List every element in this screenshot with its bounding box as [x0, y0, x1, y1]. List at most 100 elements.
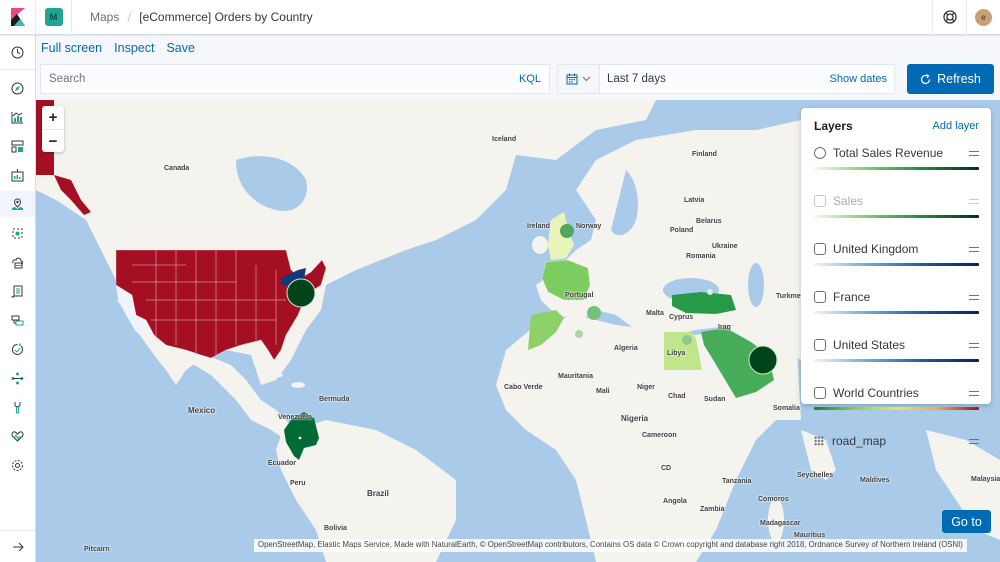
nav-graph[interactable] [0, 365, 35, 391]
nav-divider [0, 530, 35, 531]
hispaniola-island [291, 382, 305, 388]
nav-maps[interactable] [0, 191, 35, 217]
drag-handle-icon[interactable] [969, 246, 979, 252]
nav-divider [0, 69, 35, 70]
map-label: Iraq [718, 324, 731, 331]
kibana-logo-icon [10, 8, 25, 26]
nav-collapse-button[interactable] [0, 534, 35, 560]
layer-item[interactable]: Sales [814, 192, 979, 230]
zoom-in-button[interactable]: + [42, 106, 64, 129]
compass-icon [11, 82, 24, 94]
layer-item[interactable]: United Kingdom [814, 240, 979, 278]
layer-item[interactable]: World Countries [814, 384, 979, 422]
layer-name[interactable]: Sales [833, 194, 969, 208]
drag-handle-icon[interactable] [969, 150, 979, 156]
ireland-island [532, 236, 548, 254]
layer-name[interactable]: United Kingdom [833, 242, 969, 256]
us-sales-bubble [286, 278, 316, 308]
layer-item[interactable]: road_map [814, 432, 979, 470]
layer-name[interactable]: United States [833, 338, 969, 352]
kibana-logo[interactable] [0, 0, 36, 35]
date-picker: Last 7 days Show dates [557, 64, 895, 94]
map-label: Norway [576, 223, 602, 230]
show-dates-link[interactable]: Show dates [830, 73, 894, 85]
zoom-out-button[interactable]: − [42, 129, 64, 152]
nav-monitoring[interactable] [0, 423, 35, 449]
nav-management[interactable] [0, 452, 35, 478]
map-label: Portugal [565, 292, 594, 299]
nav-machine-learning[interactable] [0, 220, 35, 246]
zoom-control: + − [42, 106, 64, 152]
layer-name[interactable]: Total Sales Revenue [833, 146, 969, 160]
full-screen-link[interactable]: Full screen [41, 41, 102, 55]
nav-visualize[interactable] [0, 104, 35, 130]
search-input[interactable] [49, 73, 519, 85]
query-bar: KQL [40, 64, 550, 94]
user-menu[interactable]: e [966, 0, 1000, 35]
help-lifebuoy-icon [942, 10, 957, 24]
refresh-button[interactable]: Refresh [907, 64, 994, 94]
map-label: Latvia [684, 197, 705, 204]
drag-handle-icon[interactable] [969, 294, 979, 300]
maps-icon [12, 197, 23, 210]
breadcrumb: Maps / [eCommerce] Orders by Country [72, 9, 313, 25]
map-label: Venezuela [278, 414, 312, 421]
drag-handle-icon[interactable] [969, 438, 979, 444]
inspect-link[interactable]: Inspect [114, 41, 154, 55]
drag-handle-icon[interactable] [969, 390, 979, 396]
layer-visibility-toggle[interactable] [814, 339, 826, 351]
nav-infrastructure[interactable] [0, 249, 35, 275]
quick-menu-button[interactable] [558, 65, 600, 93]
map-label: Mauritius [794, 532, 826, 539]
layer-control-panel: Layers Add layer Total Sales Revenue Sal… [801, 108, 991, 448]
layer-item[interactable]: France [814, 288, 979, 326]
ml-icon [12, 228, 23, 238]
nav-recently-viewed[interactable] [0, 39, 35, 65]
layer-visibility-toggle[interactable] [814, 147, 826, 159]
layer-name[interactable]: France [833, 290, 969, 304]
logs-icon [11, 285, 23, 298]
tile-grid-icon [814, 436, 824, 446]
layer-name[interactable]: road_map [832, 434, 969, 448]
save-link[interactable]: Save [166, 41, 195, 55]
layer-visibility-toggle[interactable] [814, 195, 826, 207]
layer-visibility-toggle[interactable] [814, 291, 826, 303]
kql-toggle[interactable]: KQL [519, 73, 541, 85]
nav-dashboard[interactable] [0, 133, 35, 159]
layer-legend-gradient [814, 215, 979, 218]
drag-handle-icon[interactable] [969, 198, 979, 204]
map-label: Chad [668, 393, 686, 400]
breadcrumb-maps[interactable]: Maps [90, 10, 119, 24]
uptime-icon [11, 343, 23, 355]
layer-visibility-toggle[interactable] [814, 387, 826, 399]
layer-name[interactable]: World Countries [833, 386, 969, 400]
go-to-button[interactable]: Go to [942, 510, 991, 533]
top-bar: M Maps / [eCommerce] Orders by Country e [0, 0, 1000, 35]
map-label: Romania [686, 253, 716, 260]
nav-logs[interactable] [0, 278, 35, 304]
refresh-label: Refresh [937, 72, 981, 86]
nav-canvas[interactable] [0, 162, 35, 188]
date-range-value[interactable]: Last 7 days [600, 73, 830, 85]
layer-visibility-toggle[interactable] [814, 243, 826, 255]
nav-discover[interactable] [0, 75, 35, 101]
colombia-point [298, 436, 302, 440]
nav-uptime[interactable] [0, 336, 35, 362]
help-button[interactable] [932, 0, 966, 35]
map-label: Malta [646, 310, 664, 317]
nav-apm[interactable] [0, 307, 35, 333]
uk-sales-bubble [560, 224, 574, 238]
drag-handle-icon[interactable] [969, 342, 979, 348]
layer-legend-gradient [814, 311, 979, 314]
map-canvas[interactable]: Canada Iceland Norway Finland Latvia Bel… [36, 100, 1000, 562]
layer-legend-gradient [814, 407, 979, 410]
arrow-right-icon [12, 542, 24, 552]
breadcrumb-separator: / [127, 9, 132, 25]
layer-item[interactable]: United States [814, 336, 979, 374]
space-selector[interactable]: M [36, 0, 72, 35]
map-label: Finland [692, 151, 717, 158]
map-label: Belarus [696, 218, 722, 225]
layer-item[interactable]: Total Sales Revenue [814, 144, 979, 182]
add-layer-button[interactable]: Add layer [933, 120, 979, 132]
nav-dev-tools[interactable] [0, 394, 35, 420]
